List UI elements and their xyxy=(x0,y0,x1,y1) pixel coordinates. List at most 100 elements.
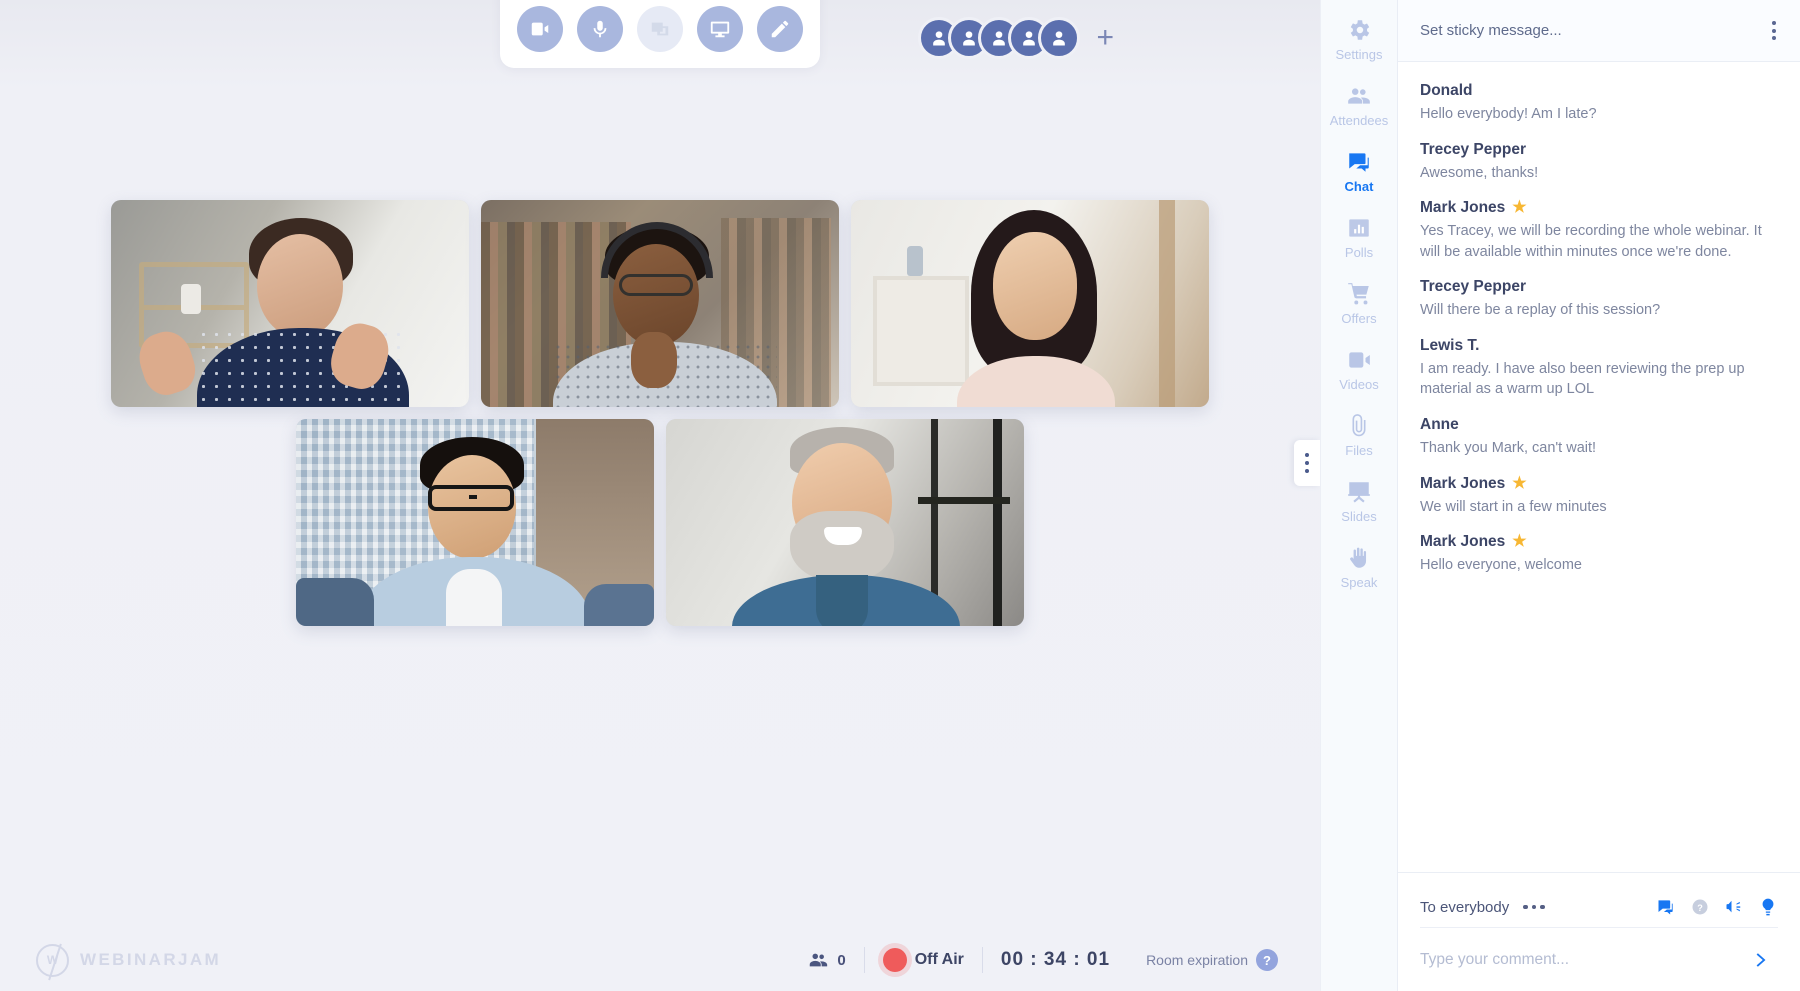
sidebar-item-attendees[interactable]: Attendees xyxy=(1320,72,1398,138)
kebab-dot xyxy=(1772,36,1776,40)
video-tile[interactable] xyxy=(851,200,1209,407)
attendee-count-value: 0 xyxy=(837,951,846,969)
message-text: Yes Tracey, we will be recording the who… xyxy=(1420,223,1762,260)
chat-message: Mark Jones ★ Yes Tracey, we will be recor… xyxy=(1420,199,1778,262)
chat-bubble-icon xyxy=(1349,152,1369,172)
video-grid xyxy=(0,200,1320,626)
chat-message-list[interactable]: Donald Hello everybody! Am I late? Trece… xyxy=(1398,62,1800,872)
sidebar-item-label: Speak xyxy=(1340,574,1378,590)
chat-message: Lewis T. I am ready. I have also been re… xyxy=(1420,337,1778,400)
media-toolbar xyxy=(500,0,820,68)
camera-button[interactable] xyxy=(517,6,563,52)
microphone-button[interactable] xyxy=(577,6,623,52)
sidebar-item-chat[interactable]: Chat xyxy=(1320,138,1398,204)
sidebar-item-videos[interactable]: Videos xyxy=(1320,336,1398,402)
comment-input[interactable] xyxy=(1420,950,1744,969)
brand-text: WEBINARJAM xyxy=(80,950,222,969)
megaphone-icon[interactable] xyxy=(1724,897,1744,917)
raised-hand-icon xyxy=(1350,547,1367,568)
presentation-icon xyxy=(1348,481,1370,503)
sticky-message-bar[interactable]: Set sticky message... xyxy=(1398,0,1800,62)
help-icon[interactable]: ? xyxy=(1256,949,1278,971)
chat-icon[interactable] xyxy=(1656,897,1676,917)
sidebar-item-label: Attendees xyxy=(1329,112,1389,128)
chat-mode-icons: ? xyxy=(1656,897,1778,917)
message-text: Thank you Mark, can't wait! xyxy=(1420,440,1597,457)
video-tile[interactable] xyxy=(111,200,469,407)
avatar[interactable] xyxy=(1038,17,1081,59)
dot xyxy=(1540,904,1545,910)
sidebar-item-files[interactable]: Files xyxy=(1320,402,1398,468)
sidebar-item-slides[interactable]: Slides xyxy=(1320,468,1398,534)
timer-value: 00 : 34 : 01 xyxy=(1000,949,1111,970)
sidebar-item-polls[interactable]: Polls xyxy=(1320,204,1398,270)
message-author: Donald xyxy=(1420,82,1778,100)
chat-panel: Set sticky message... Donald Hello every… xyxy=(1398,0,1800,991)
whiteboard-button[interactable] xyxy=(757,6,803,52)
recipient-label[interactable]: To everybody xyxy=(1420,899,1509,916)
video-tile[interactable] xyxy=(481,200,839,407)
video-row-bottom xyxy=(0,419,1320,626)
room-expiration: Room expiration ? xyxy=(1128,949,1296,971)
sidebar-item-speak[interactable]: Speak xyxy=(1320,534,1398,600)
presentation-button[interactable] xyxy=(697,6,743,52)
attendee-avatar-stack: + xyxy=(918,17,1114,59)
status-bar: W WEBINARJAM 0 Off Air 00 : 34 : 01 Room… xyxy=(0,929,1320,991)
sidebar-item-offers[interactable]: Offers xyxy=(1320,270,1398,336)
video-camera-icon xyxy=(1349,351,1370,368)
send-button[interactable] xyxy=(1744,943,1778,977)
recipient-options-icon[interactable] xyxy=(1523,904,1545,910)
gear-icon xyxy=(1350,19,1370,40)
dot xyxy=(1523,904,1528,910)
status-bar-right: 0 Off Air 00 : 34 : 01 Room expiration ? xyxy=(789,947,1296,973)
message-author: Mark Jones ★ xyxy=(1420,533,1778,551)
video-row-top xyxy=(0,200,1320,407)
record-indicator-icon xyxy=(882,948,907,972)
message-author: Mark Jones ★ xyxy=(1420,199,1778,217)
add-attendee-button[interactable]: + xyxy=(1096,23,1114,53)
message-author: Trecey Pepper xyxy=(1420,141,1778,159)
chat-message: Trecey Pepper Awesome, thanks! xyxy=(1420,141,1778,184)
message-author: Anne xyxy=(1420,416,1778,434)
sticky-message-placeholder[interactable]: Set sticky message... xyxy=(1420,22,1766,39)
room-expiration-label: Room expiration xyxy=(1146,952,1248,968)
handle-dot xyxy=(1305,453,1309,457)
author-name: Anne xyxy=(1420,416,1459,434)
dot xyxy=(1531,904,1537,910)
question-icon[interactable]: ? xyxy=(1690,897,1710,917)
webinar-room: + W WEBINARJAM 0 Off Air 00: 34: 01 Ro… xyxy=(0,0,1800,991)
video-stage: + W WEBINARJAM 0 Off Air 00: 34: 01 Ro… xyxy=(0,0,1320,991)
video-tile[interactable] xyxy=(296,419,654,626)
video-tile[interactable] xyxy=(666,419,1024,626)
handle-dot xyxy=(1305,469,1309,473)
message-text: Will there be a replay of this session? xyxy=(1420,302,1661,319)
kebab-dot xyxy=(1772,21,1776,25)
lightbulb-icon[interactable] xyxy=(1758,897,1778,917)
author-name: Trecey Pepper xyxy=(1420,140,1526,158)
message-text: I am ready. I have also been reviewing t… xyxy=(1420,360,1745,398)
paperclip-icon xyxy=(1352,413,1366,436)
sidebar-item-label: Settings xyxy=(1335,46,1383,62)
author-name: Donald xyxy=(1420,82,1473,99)
attendee-counter: 0 xyxy=(789,949,863,971)
sidebar-item-label: Videos xyxy=(1339,376,1379,392)
sidebar-item-label: Offers xyxy=(1341,310,1377,326)
message-author: Mark Jones ★ xyxy=(1420,475,1778,493)
sidebar-item-label: Polls xyxy=(1344,244,1374,260)
sidebar-item-label: Chat xyxy=(1344,178,1374,194)
chat-footer: To everybody ? xyxy=(1398,872,1800,991)
author-name: Trecey Pepper xyxy=(1420,278,1526,296)
message-text: Awesome, thanks! xyxy=(1420,164,1539,181)
screenshare-button[interactable] xyxy=(637,6,683,52)
author-name: Mark Jones xyxy=(1420,199,1506,217)
chat-footer-controls: To everybody ? xyxy=(1420,887,1778,927)
kebab-dot xyxy=(1772,28,1776,33)
message-author: Lewis T. xyxy=(1420,337,1778,355)
chat-message: Trecey Pepper Will there be a replay of … xyxy=(1420,278,1778,321)
chat-options-menu-icon[interactable] xyxy=(1766,15,1782,46)
broadcast-status[interactable]: Off Air xyxy=(865,948,982,972)
author-name: Mark Jones xyxy=(1420,474,1506,492)
bar-chart-icon xyxy=(1349,218,1369,237)
panel-resize-handle[interactable] xyxy=(1294,440,1320,486)
sidebar-item-settings[interactable]: Settings xyxy=(1320,6,1398,72)
